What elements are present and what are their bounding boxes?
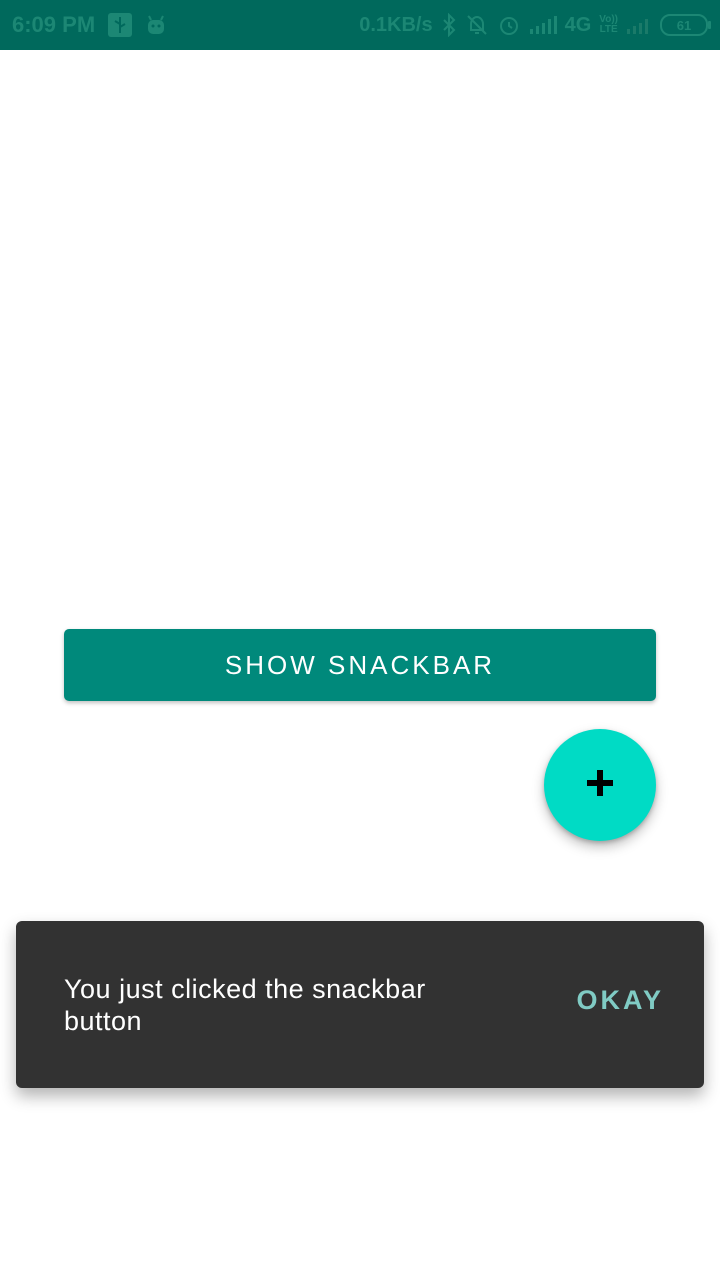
- android-icon: [145, 14, 167, 36]
- bluetooth-icon: [441, 13, 457, 37]
- signal-icon: [529, 15, 557, 35]
- network-type: 4G: [564, 13, 592, 36]
- battery-icon: 61: [660, 14, 711, 36]
- add-fab-button[interactable]: [544, 729, 656, 841]
- snackbar-message: You just clicked the snackbar button: [64, 974, 426, 1036]
- snackbar: You just clicked the snackbar button OKA…: [16, 921, 704, 1088]
- usb-icon: [107, 12, 133, 38]
- notifications-off-icon: [465, 13, 489, 37]
- show-snackbar-button[interactable]: SHOW SNACKBAR: [64, 629, 656, 701]
- status-time: 6:09 PM: [12, 12, 96, 37]
- volte-bottom: LTE: [599, 24, 618, 35]
- snackbar-okay-button[interactable]: OKAY: [576, 985, 664, 1016]
- add-icon: [585, 768, 615, 803]
- network-speed: 0.1KB/s: [359, 13, 433, 36]
- volte-indicator: Vo)) LTE: [599, 15, 618, 35]
- signal-weak-icon: [626, 15, 652, 35]
- status-bar: 6:09 PM 0.1KB/s 4G Vo)) LTE 61: [0, 0, 720, 50]
- alarm-icon: [497, 13, 521, 37]
